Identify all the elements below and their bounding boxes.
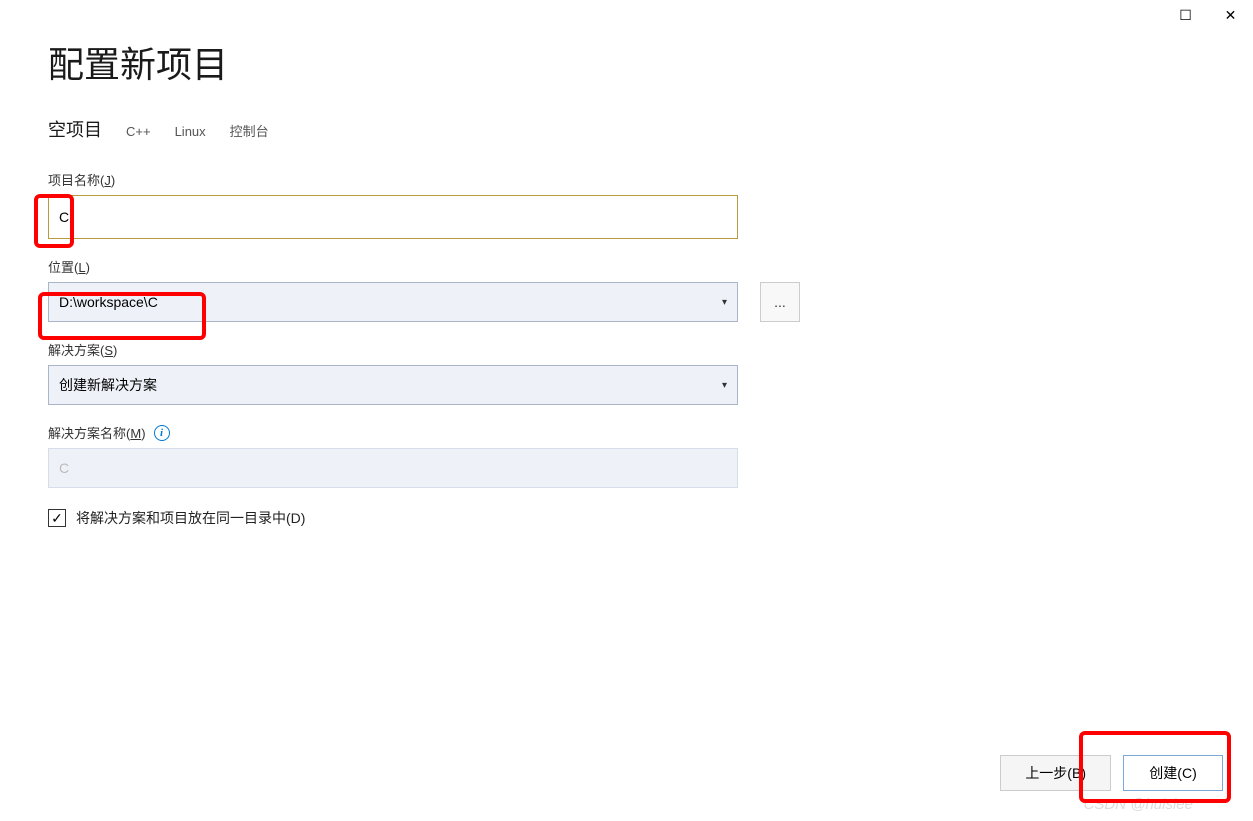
template-name: 空项目 <box>48 116 102 142</box>
solution-value: 创建新解决方案 <box>59 375 157 395</box>
solution-label: 解决方案(S) <box>48 340 1205 359</box>
location-combobox[interactable]: D:\workspace\C ▾ <box>48 282 738 322</box>
info-icon[interactable]: i <box>154 425 170 441</box>
maximize-button[interactable]: ☐ <box>1163 0 1208 30</box>
template-summary: 空项目 C++ Linux 控制台 <box>48 116 1205 142</box>
chevron-down-icon: ▾ <box>722 380 727 391</box>
project-name-label: 项目名称(J) <box>48 170 1205 189</box>
solution-name-label: 解决方案名称(M) <box>48 423 146 442</box>
close-button[interactable]: ✕ <box>1208 0 1253 30</box>
template-tag: C++ <box>126 124 151 139</box>
create-button[interactable]: 创建(C) <box>1123 755 1223 791</box>
watermark: CSDN @huislee <box>1084 796 1193 813</box>
project-name-input[interactable] <box>48 195 738 239</box>
solution-name-input: C <box>48 448 738 488</box>
template-tag: Linux <box>175 124 206 139</box>
page-title: 配置新项目 <box>48 36 1205 88</box>
template-tag: 控制台 <box>230 121 269 140</box>
solution-combobox[interactable]: 创建新解决方案 ▾ <box>48 365 738 405</box>
same-directory-label: 将解决方案和项目放在同一目录中(D) <box>76 508 305 528</box>
location-value: D:\workspace\C <box>59 294 158 310</box>
chevron-down-icon: ▾ <box>722 297 727 308</box>
same-directory-checkbox[interactable]: ✓ <box>48 509 66 527</box>
back-button[interactable]: 上一步(B) <box>1000 755 1111 791</box>
browse-button[interactable]: ... <box>760 282 800 322</box>
location-label: 位置(L) <box>48 257 1205 276</box>
